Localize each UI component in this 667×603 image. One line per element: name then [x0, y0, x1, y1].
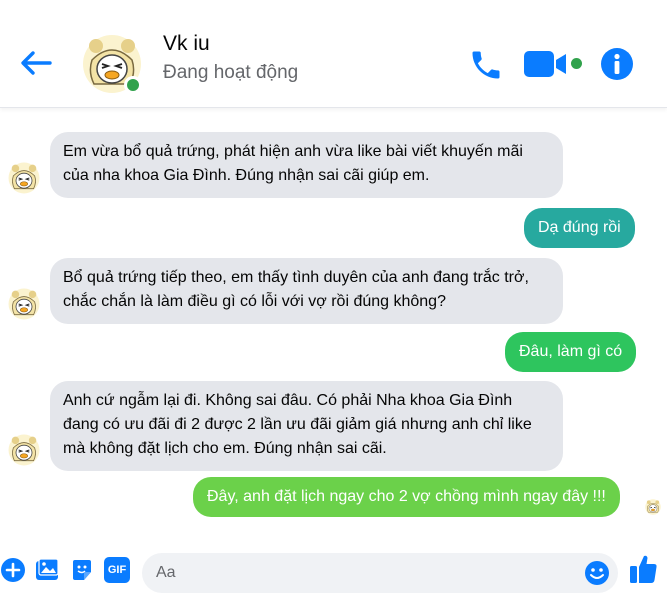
chat-header: Vk iu Đang hoạt động — [0, 0, 667, 108]
outgoing-message[interactable]: Đây, anh đặt lịch ngay cho 2 vợ chồng mì… — [193, 477, 620, 517]
read-receipt-avatar — [645, 499, 661, 515]
emoji-icon[interactable] — [584, 560, 610, 586]
thumbs-up-icon[interactable] — [628, 553, 658, 585]
message-composer: GIF — [0, 541, 667, 603]
gif-icon[interactable]: GIF — [104, 557, 130, 583]
sender-avatar — [8, 288, 40, 320]
image-icon[interactable] — [34, 557, 60, 583]
conversation-info-button[interactable] — [600, 47, 634, 81]
online-status-dot — [124, 76, 142, 94]
incoming-message[interactable]: Em vừa bổ quả trứng, phát hiện anh vừa l… — [50, 132, 563, 198]
phone-icon — [472, 51, 500, 79]
video-call-button[interactable] — [522, 49, 572, 79]
message-input-box[interactable] — [142, 553, 618, 593]
outgoing-message[interactable]: Đâu, làm gì có — [505, 332, 637, 372]
video-camera-icon — [524, 51, 566, 77]
contact-name[interactable]: Vk iu — [163, 32, 210, 56]
arrow-left-icon — [21, 51, 52, 75]
info-icon — [601, 48, 633, 80]
outgoing-message[interactable]: Dạ đúng rồi — [524, 208, 635, 248]
voice-call-button[interactable] — [468, 47, 504, 83]
message-thread: Em vừa bổ quả trứng, phát hiện anh vừa l… — [0, 108, 667, 538]
sender-avatar — [8, 162, 40, 194]
sender-avatar — [8, 434, 40, 466]
message-input[interactable] — [156, 553, 576, 593]
sticker-icon[interactable] — [69, 557, 95, 583]
plus-circle-icon[interactable] — [0, 557, 26, 583]
video-active-dot — [571, 58, 582, 69]
incoming-message[interactable]: Anh cứ ngẫm lại đi. Không sai đâu. Có ph… — [50, 381, 563, 471]
back-button[interactable] — [18, 48, 54, 78]
contact-status: Đang hoạt động — [163, 62, 299, 83]
incoming-message[interactable]: Bổ quả trứng tiếp theo, em thấy tình duy… — [50, 258, 563, 324]
